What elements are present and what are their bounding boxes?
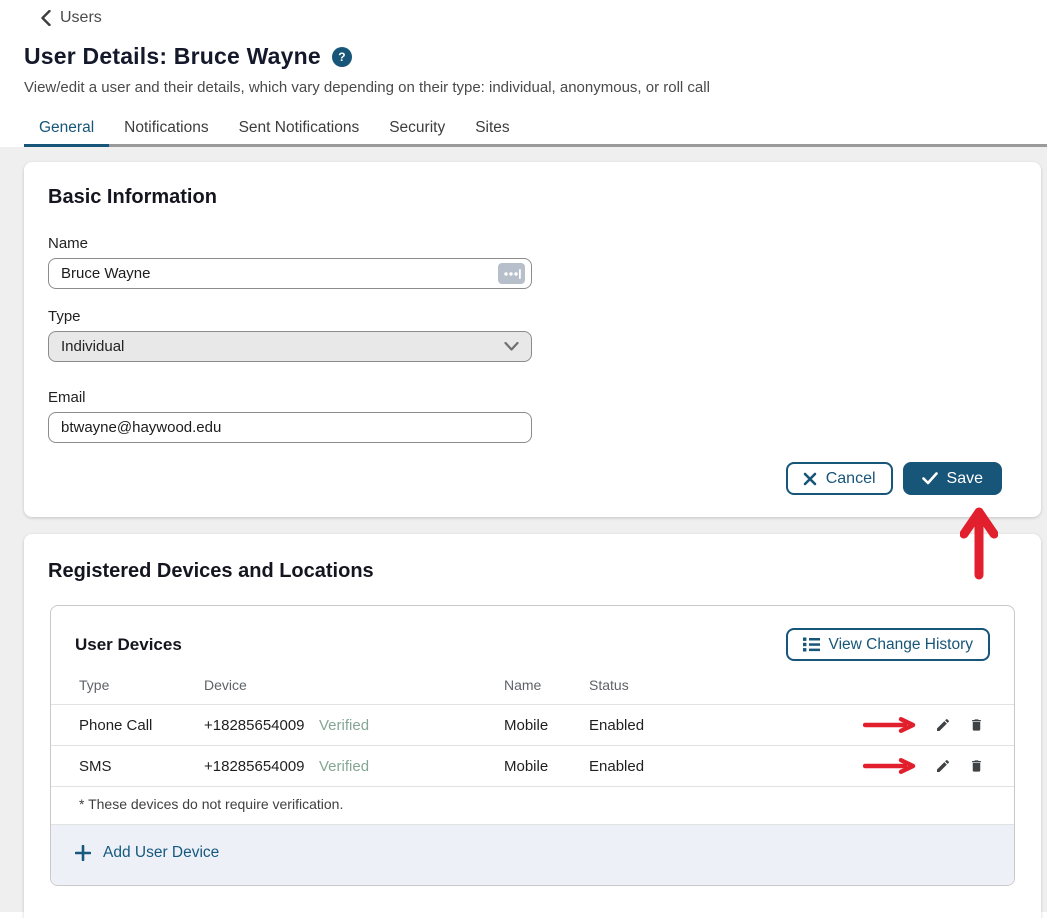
device-name: Mobile [504,758,589,775]
chevron-left-icon [40,10,51,26]
content-area: Basic Information Name Type Individual [0,147,1047,912]
name-input[interactable] [48,258,532,289]
table-row: Phone Call +18285654009 Verified Mobile … [51,705,1014,746]
registered-devices-title: Registered Devices and Locations [48,560,1017,583]
device-type: Phone Call [79,717,204,734]
help-icon[interactable]: ? [332,47,352,67]
back-link[interactable]: Users [40,9,102,27]
text-expander-icon[interactable] [498,263,525,284]
page-header: Users User Details: Bruce Wayne ? View/e… [0,0,1047,147]
basic-information-card: Basic Information Name Type Individual [24,162,1041,517]
column-header-name: Name [504,677,589,693]
table-header-row: Type Device Name Status [51,677,1014,705]
cancel-button[interactable]: Cancel [786,462,893,495]
annotation-arrow-right [863,717,917,733]
device-number: +18285654009 [204,717,319,734]
email-label: Email [48,389,532,406]
tab-security[interactable]: Security [374,110,460,147]
page-subtitle: View/edit a user and their details, whic… [24,79,1047,96]
tab-general[interactable]: General [24,110,109,147]
user-devices-title: User Devices [75,635,182,655]
add-user-device-label: Add User Device [103,844,219,862]
save-button[interactable]: Save [903,462,1002,495]
column-header-status: Status [589,677,739,693]
column-header-device: Device [204,677,319,693]
user-devices-panel: User Devices View Change History Type De… [50,605,1015,886]
x-icon [803,472,817,486]
delete-icon[interactable] [967,756,986,776]
tab-sent-notifications[interactable]: Sent Notifications [224,110,375,147]
column-header-type: Type [79,677,204,693]
email-input[interactable] [48,412,532,443]
device-status: Enabled [589,717,739,734]
delete-icon[interactable] [967,715,986,735]
plus-icon [75,845,91,861]
device-number: +18285654009 [204,758,319,775]
annotation-arrow-right [863,758,917,774]
back-link-label: Users [60,9,102,27]
list-icon [803,637,820,652]
cancel-button-label: Cancel [826,470,876,488]
chevron-down-icon [504,341,519,352]
save-button-label: Save [947,470,983,488]
table-footer: Add User Device [51,824,1014,885]
verification-status: Verified [319,758,504,775]
tab-notifications[interactable]: Notifications [109,110,223,147]
tab-bar: General Notifications Sent Notifications… [24,110,1047,147]
registered-devices-card: Registered Devices and Locations User De… [24,534,1041,918]
type-select[interactable]: Individual [48,331,532,362]
check-icon [922,472,938,485]
view-change-history-label: View Change History [829,636,973,654]
page-title: User Details: Bruce Wayne [24,43,321,70]
add-user-device-button[interactable]: Add User Device [75,844,219,862]
user-devices-table: Type Device Name Status Phone Call +1828… [51,677,1014,885]
edit-icon[interactable] [933,715,953,735]
type-select-value: Individual [61,338,124,355]
basic-information-title: Basic Information [48,186,1017,209]
device-status: Enabled [589,758,739,775]
verification-footnote: * These devices do not require verificat… [51,787,1014,824]
table-row: SMS +18285654009 Verified Mobile Enabled [51,746,1014,787]
device-type: SMS [79,758,204,775]
device-name: Mobile [504,717,589,734]
tab-sites[interactable]: Sites [460,110,524,147]
verification-status: Verified [319,717,504,734]
edit-icon[interactable] [933,756,953,776]
view-change-history-button[interactable]: View Change History [786,628,990,661]
name-label: Name [48,235,532,252]
type-label: Type [48,308,532,325]
